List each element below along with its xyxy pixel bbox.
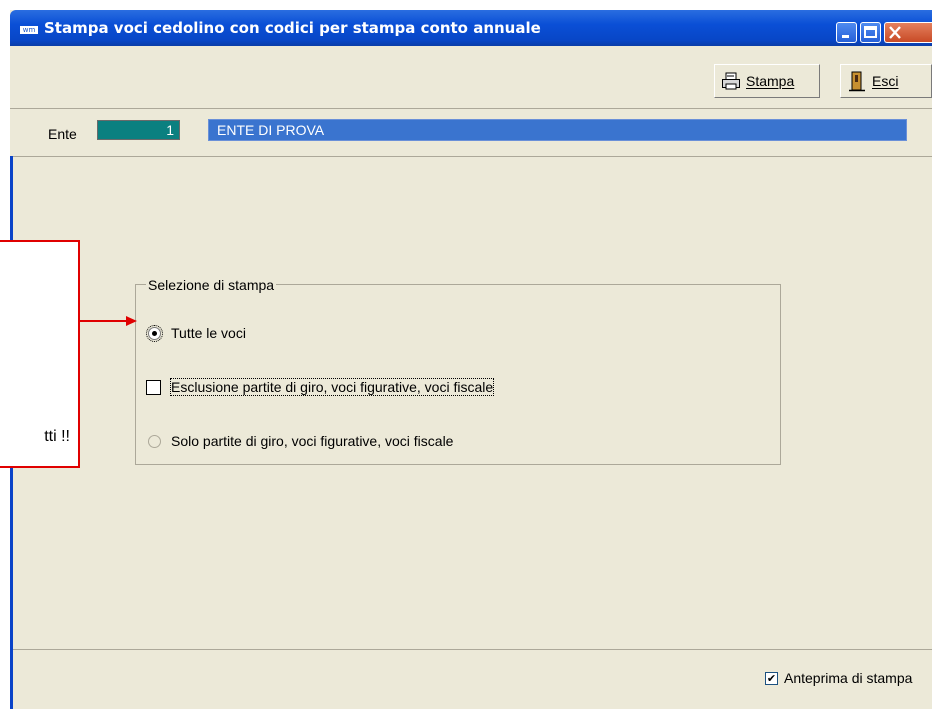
close-icon	[889, 26, 901, 39]
esci-label: Esci	[872, 73, 899, 89]
ente-label: Ente	[48, 126, 77, 142]
ente-code-field[interactable]: 1	[97, 120, 180, 140]
annotation-text: tti !!	[44, 428, 70, 445]
ente-row: Ente 1 ENTE DI PROVA	[10, 108, 932, 157]
option-only-label: Solo partite di giro, voci figurative, v…	[171, 433, 454, 449]
option-exclude[interactable]: Esclusione partite di giro, voci figurat…	[146, 378, 495, 396]
close-button[interactable]	[884, 22, 932, 43]
annotation-arrow-head	[126, 316, 137, 326]
option-exclude-label: Esclusione partite di giro, voci figurat…	[169, 378, 495, 396]
selection-group: Selezione di stampa Tutte le voci Esclus…	[135, 277, 781, 465]
minimize-button[interactable]	[836, 22, 857, 43]
window-title: Stampa voci cedolino con codici per stam…	[44, 19, 541, 37]
maximize-button[interactable]	[860, 22, 881, 43]
app-window: wm Stampa voci cedolino con codici per s…	[10, 10, 932, 709]
stampa-button[interactable]: Stampa	[714, 64, 820, 98]
anteprima-option[interactable]: ✔ Anteprima di stampa	[765, 670, 912, 686]
option-all-label: Tutte le voci	[171, 325, 246, 341]
stampa-label: Stampa	[746, 73, 795, 89]
checkbox-exclude[interactable]	[146, 379, 161, 395]
annotation-arrow-line	[80, 320, 126, 322]
title-bar[interactable]: wm Stampa voci cedolino con codici per s…	[10, 10, 932, 46]
annotation-callout: tti !!	[0, 240, 80, 468]
maximize-icon	[864, 26, 877, 38]
app-icon: wm	[20, 26, 38, 34]
option-only[interactable]: Solo partite di giro, voci figurative, v…	[148, 433, 453, 449]
radio-only[interactable]	[148, 434, 161, 448]
selection-legend: Selezione di stampa	[146, 277, 277, 293]
minimize-icon	[842, 35, 849, 38]
printer-icon	[722, 72, 740, 90]
toolbar: Stampa Esci	[10, 46, 932, 109]
status-bar: ✔ Anteprima di stampa	[13, 649, 932, 710]
esci-button[interactable]: Esci	[840, 64, 932, 98]
ente-name-field: ENTE DI PROVA	[208, 119, 907, 141]
anteprima-label: Anteprima di stampa	[784, 670, 913, 686]
checkbox-anteprima[interactable]: ✔	[765, 671, 778, 685]
radio-all[interactable]	[146, 324, 163, 342]
exit-door-icon	[849, 71, 865, 92]
option-all[interactable]: Tutte le voci	[146, 324, 246, 342]
